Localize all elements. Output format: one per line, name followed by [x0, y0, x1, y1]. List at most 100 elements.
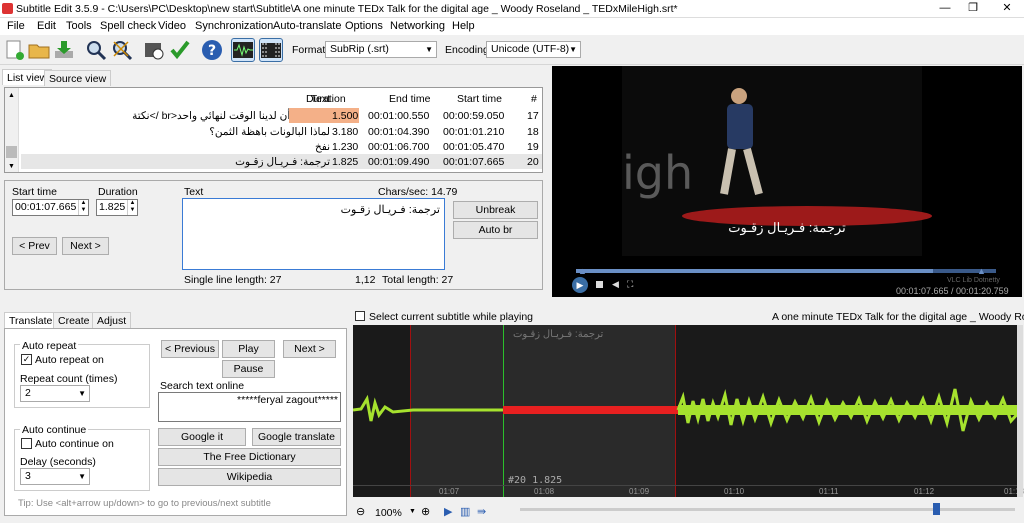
replace-icon[interactable] — [110, 38, 134, 62]
unbreak-button[interactable]: Unbreak — [453, 201, 538, 219]
toolbar: ? Format SubRip (.srt) ▼ Encoding Unicode… — [0, 35, 1024, 65]
zoom-in-icon[interactable]: ⊕ — [421, 505, 430, 518]
menu-synchronization[interactable]: Synchronization — [195, 20, 273, 32]
slider-thumb[interactable] — [932, 503, 940, 515]
zoom-out-icon[interactable]: ⊖ — [356, 505, 365, 518]
play-icon[interactable]: ▶ — [572, 277, 588, 293]
subtitle-grid: ▲ ▼ Text Duration End time Start time # … — [4, 87, 543, 173]
play-button[interactable]: Play — [222, 340, 275, 358]
menu-spell-check[interactable]: Spell check — [100, 20, 156, 32]
table-row[interactable]: هذا يعني أن لدينا الوقت لنهائي واحد<br /… — [21, 108, 542, 123]
menu-file[interactable]: File — [7, 20, 25, 32]
wikipedia-button[interactable]: Wikipedia — [158, 468, 341, 486]
delay-value: 3 — [25, 470, 31, 482]
free-dictionary-button[interactable]: The Free Dictionary — [158, 448, 341, 466]
repeat-count-select[interactable]: 2 ▼ — [20, 385, 90, 402]
header-end-time[interactable]: End time — [389, 93, 430, 105]
duration-input[interactable]: 1.825 ▲ ▼ — [96, 199, 138, 216]
close-button[interactable]: ✕ — [992, 0, 1022, 18]
auto-repeat-checkbox[interactable]: ✓ — [21, 354, 32, 365]
svg-text:?: ? — [208, 43, 216, 59]
spinner-icon[interactable]: ▲ ▼ — [127, 200, 137, 215]
download-icon[interactable] — [52, 38, 76, 62]
waveform-toggle-icon[interactable] — [231, 38, 255, 62]
find-icon[interactable] — [84, 38, 108, 62]
visual-sync-icon[interactable] — [142, 38, 166, 62]
menu-tools[interactable]: Tools — [66, 20, 92, 32]
tip-text: Tip: Use <alt+arrow up/down> to go to pr… — [18, 498, 271, 509]
auto-br-button[interactable]: Auto br — [453, 221, 538, 239]
scrollbar[interactable]: ▲ ▼ — [5, 88, 19, 172]
format-select[interactable]: SubRip (.srt) ▼ — [325, 41, 437, 58]
row-text: نفخ — [314, 141, 330, 153]
position-slider[interactable] — [520, 503, 1015, 515]
toggle-view-icon[interactable]: ▥ — [460, 505, 470, 518]
app-icon — [2, 3, 13, 14]
chevron-down-icon: ▼ — [78, 472, 86, 481]
new-file-icon[interactable] — [2, 38, 26, 62]
next-subtitle-button[interactable]: Next > — [283, 340, 336, 358]
waveform-panel[interactable]: ترجمة: فـريـال زقـوت #20 1.825 01:07 01:… — [353, 325, 1024, 497]
spell-check-icon[interactable] — [168, 38, 192, 62]
tab-create[interactable]: Create — [53, 312, 95, 328]
video-player[interactable]: igh ترجمة: فـريـال زقـوت VLC Lib Dotnett… — [552, 66, 1022, 297]
table-row-selected[interactable]: ترجمة: فـريـال زقـوت 1.825 00:01:09.490 … — [21, 154, 542, 169]
tab-adjust[interactable]: Adjust — [92, 312, 132, 328]
encoding-select[interactable]: Unicode (UTF-8) ▼ — [486, 41, 581, 58]
spinner-icon[interactable]: ▲ ▼ — [78, 200, 88, 215]
waveform-scrollbar[interactable] — [1017, 325, 1023, 497]
tab-translate[interactable]: Translate — [4, 312, 58, 328]
scroll-up-icon[interactable]: ▲ — [8, 92, 15, 99]
zoom-dropdown-icon[interactable]: ▼ — [409, 508, 416, 515]
menu-options[interactable]: Options — [345, 20, 383, 32]
prev-button[interactable]: < Prev — [12, 237, 57, 255]
menu-networking[interactable]: Networking — [390, 20, 445, 32]
search-text-input[interactable]: *****feryal zagout***** — [158, 392, 341, 422]
header-number[interactable]: # — [531, 93, 537, 105]
start-time-input[interactable]: 00:01:07.665 ▲ ▼ — [12, 199, 89, 216]
table-row[interactable]: لماذا البالونات باهظة الثمن؟ 3.180 00:01… — [21, 124, 542, 139]
row-text: ترجمة: فـريـال زقـوت — [235, 156, 330, 168]
table-row[interactable]: نفخ 1.230 00:01:06.700 00:01:05.470 19 — [21, 139, 542, 154]
stop-icon[interactable] — [596, 281, 603, 288]
menu-help[interactable]: Help — [452, 20, 475, 32]
menu-edit[interactable]: Edit — [37, 20, 56, 32]
header-start-time[interactable]: Start time — [457, 93, 502, 105]
open-folder-icon[interactable] — [27, 38, 51, 62]
scroll-thumb[interactable] — [6, 146, 17, 158]
row-duration: 1.230 — [332, 141, 359, 153]
next-button[interactable]: Next > — [62, 237, 109, 255]
more-options-icon[interactable]: ⇛ — [477, 505, 486, 518]
minimize-button[interactable]: — — [930, 0, 960, 18]
fullscreen-icon[interactable]: ⛶ — [627, 279, 633, 290]
video-time: 00:01:07.665 / 00:01:20.759 — [896, 286, 1009, 296]
select-subtitle-checkbox[interactable] — [355, 311, 365, 321]
menu-auto-translate[interactable]: Auto-translate — [273, 20, 341, 32]
seek-handle-icon[interactable]: ▲ — [578, 266, 587, 276]
subtitle-text-area[interactable]: ترجمة: فـريـال زقـوت — [182, 198, 445, 270]
maximize-button[interactable]: ❐ — [958, 0, 988, 18]
help-icon[interactable]: ? — [200, 38, 224, 62]
tab-source-view[interactable]: Source view — [44, 70, 112, 86]
video-toggle-icon[interactable] — [259, 38, 283, 62]
volume-icon[interactable]: ◀ — [612, 279, 619, 290]
google-translate-button[interactable]: Google translate — [252, 428, 341, 446]
previous-button[interactable]: < Previous — [161, 340, 219, 358]
delay-select[interactable]: 3 ▼ — [20, 468, 90, 485]
text-label: Text — [184, 186, 204, 198]
play-waveform-icon[interactable]: ▶ — [444, 505, 452, 518]
scroll-down-icon[interactable]: ▼ — [8, 163, 15, 170]
row-number: 19 — [527, 141, 539, 153]
row-end-time: 00:01:04.390 — [368, 126, 430, 138]
pause-button[interactable]: Pause — [222, 360, 275, 378]
seek-bar[interactable] — [576, 269, 996, 273]
row-number: 18 — [527, 126, 539, 138]
auto-continue-checkbox[interactable] — [21, 438, 32, 449]
zoom-level[interactable]: 100% — [375, 507, 402, 519]
volume-handle-icon[interactable]: ▲ — [977, 266, 986, 276]
google-it-button[interactable]: Google it — [158, 428, 246, 446]
header-duration[interactable]: Duration — [306, 93, 346, 105]
menu-video[interactable]: Video — [158, 20, 186, 32]
repeat-count-label: Repeat count (times) — [20, 373, 118, 385]
encoding-value: Unicode (UTF-8) — [491, 43, 570, 55]
